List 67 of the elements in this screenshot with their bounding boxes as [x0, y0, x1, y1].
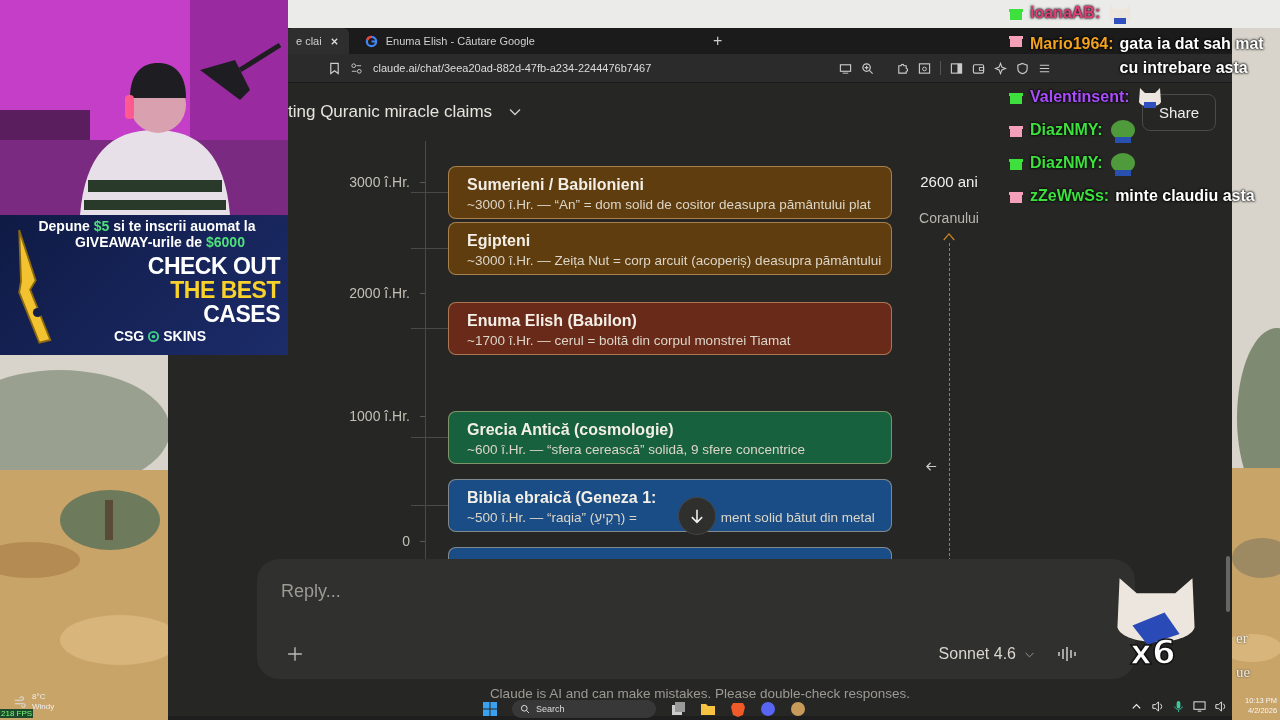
chat-username[interactable]: DiazNMY: [1030, 150, 1103, 175]
folder-icon[interactable] [700, 701, 716, 717]
brand-name: CSG [113, 328, 145, 344]
ad-headline: THE BEST [170, 278, 280, 302]
sparkle-icon[interactable] [994, 61, 1007, 75]
chat-message: gata ia dat sah mat cu intrebare asta [1119, 34, 1265, 78]
chat-username[interactable]: Valentinsent: [1030, 84, 1130, 109]
app-icon[interactable] [790, 701, 806, 717]
card-title: Enuma Elish (Babilon) [467, 312, 638, 330]
caret-up-icon [942, 232, 956, 241]
bookmark-icon[interactable] [328, 61, 341, 75]
scrollbar-thumb[interactable] [1226, 556, 1230, 612]
card-subtitle: ~3000 î.Hr. — “An” = dom solid de cositor deasupra pământului plat [467, 197, 871, 212]
card-subtitle: ~1700 î.Hr. — cerul = boltă din corpul monstrei Tiamat [467, 333, 791, 348]
chat-username[interactable]: DiazNMY: [1030, 117, 1103, 142]
card-subtitle: ment solid bătut din metal [720, 510, 875, 525]
axis-label: 2000 î.Hr. [349, 285, 410, 301]
window-stack-icon[interactable] [670, 701, 686, 717]
side-note: Coranului [919, 210, 979, 226]
zoom-icon[interactable] [861, 61, 874, 75]
wallet-icon[interactable] [972, 61, 985, 75]
ad-headline: CHECK OUT [147, 254, 280, 278]
target-icon [147, 329, 161, 343]
sidebar-icon[interactable] [950, 61, 963, 75]
arrow-left-icon [925, 460, 938, 473]
browser-tab[interactable]: Enuma Elish - Căutare Google [354, 28, 545, 54]
microphone-icon[interactable] [1172, 699, 1185, 713]
ad-headline: CASES [203, 302, 280, 326]
card-title: Biblia ebraică (Geneza 1: [467, 489, 658, 507]
speaker-icon[interactable] [1151, 699, 1164, 713]
card-subtitle: ~600 î.Hr. — “sfera cerească” solidă, 9 sfere concentrice [467, 442, 806, 457]
shield-icon[interactable] [1016, 61, 1029, 75]
cast-icon[interactable] [839, 61, 852, 75]
chat-username[interactable]: zZeWwSs: [1030, 183, 1110, 208]
ad-banner[interactable]: Depune $5 si te inscrii auomat la GIVEAWAY-urile de $6000 CHECK OUT THE BEST CASES CSG SKINS [0, 215, 288, 355]
search-icon [520, 704, 530, 714]
close-icon[interactable] [329, 36, 339, 46]
settings-icon [350, 61, 363, 75]
disclaimer-text: Claude is AI and can make mistakes. Please double-check responses. [489, 686, 911, 701]
axis-label: 1000 î.Hr. [349, 408, 410, 424]
chat-title[interactable]: ting Quranic miracle claims [288, 102, 493, 122]
fps-counter: 218 FPS [0, 709, 34, 718]
windows-logo-icon[interactable] [482, 701, 498, 717]
new-tab-button[interactable]: + [700, 28, 735, 54]
axis-label: 0 [402, 533, 410, 549]
favicon-icon [364, 34, 378, 48]
side-note: 2600 ani [920, 173, 978, 190]
brand-name: SKINS [163, 328, 207, 344]
arrow-down-icon [689, 508, 705, 524]
speaker-icon[interactable] [1214, 699, 1227, 713]
card-subtitle: ~3000 î.Hr. — Zeița Nut = corp arcuit (acoperiș) deasupra pământului [467, 253, 882, 268]
puzzle-icon[interactable] [896, 61, 909, 75]
screenshot-icon[interactable] [918, 61, 931, 75]
ad-text: GIVEAWAY-urile de $6000 [75, 234, 245, 250]
browser-tab[interactable]: e clai [286, 28, 349, 54]
model-selector[interactable]: Sonnet 4.6 [938, 645, 1016, 663]
chat-username[interactable]: Mario1964: [1030, 32, 1114, 56]
ad-text: Depune $5 si te inscrii auomat la [38, 218, 256, 234]
card-title: Egipteni [467, 232, 532, 250]
axis-label: 3000 î.Hr. [349, 174, 410, 190]
card-subtitle: ~500 î.Hr. — “raqia” (רָקִיעַ) = [467, 510, 637, 525]
taskbar-search[interactable]: Search [512, 700, 656, 718]
card-title: Grecia Antică (cosmologie) [467, 421, 675, 439]
card-title: Sumerieni / Babilonieni [467, 176, 645, 194]
monitor-icon[interactable] [1193, 699, 1206, 713]
address-field[interactable]: claude.ai/chat/3eea20ad-882d-47fb-a234-2244476b7467 [350, 61, 830, 75]
plus-icon[interactable] [287, 646, 303, 662]
